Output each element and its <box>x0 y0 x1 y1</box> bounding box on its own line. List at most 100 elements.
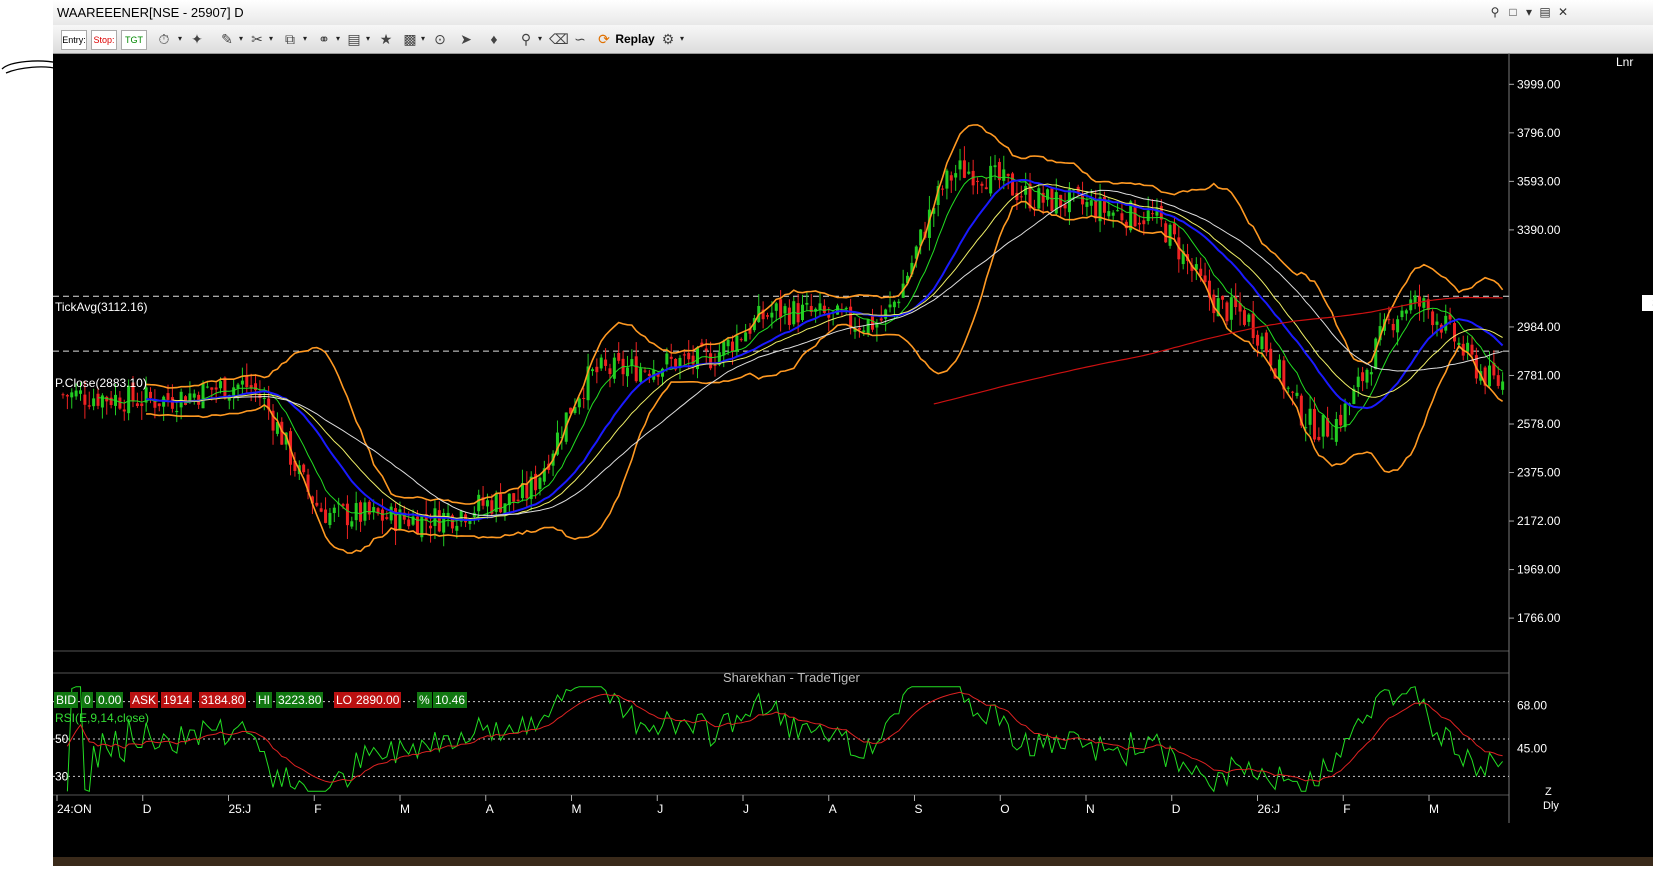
candle-body <box>866 319 870 334</box>
chart-type-icon[interactable]: ▤ <box>345 30 363 48</box>
link-icon[interactable]: ⚭ <box>315 30 333 48</box>
candle-body <box>989 165 993 194</box>
bell-icon[interactable]: ♦ <box>485 30 503 48</box>
candle-body <box>639 368 643 382</box>
entry-button[interactable]: Entry: <box>61 30 87 50</box>
fibonacci-icon[interactable]: ⧉ <box>281 30 299 48</box>
candle-body <box>149 391 153 399</box>
ask-label: ASK <box>130 692 159 708</box>
chevron-down-icon[interactable]: ▾ <box>303 35 309 43</box>
candle-body <box>722 341 726 356</box>
y-tick-label: 1766.00 <box>1517 611 1561 625</box>
candle-body <box>774 303 778 311</box>
candle-body <box>157 403 161 407</box>
candle-body <box>446 512 450 517</box>
candle-body <box>1002 169 1006 181</box>
star-icon[interactable]: ★ <box>377 30 395 48</box>
candle-body <box>223 377 227 399</box>
candle-body <box>818 303 822 310</box>
stop-button[interactable]: Stop: <box>91 30 117 50</box>
chevron-down-icon[interactable]: ▾ <box>366 35 372 43</box>
candle-body <box>739 339 743 341</box>
y-tick-label: 2172.00 <box>1517 514 1561 528</box>
indicators-icon[interactable]: ▩ <box>401 30 419 48</box>
close-icon[interactable]: ✕ <box>1555 4 1571 20</box>
chevron-down-icon[interactable]: ▾ <box>336 35 342 43</box>
candle-body <box>1111 212 1115 216</box>
price-chart[interactable]: 3999.00 3796.00 3593.00 3390.00 2984.00 2781.… <box>53 53 1653 866</box>
dropdown-icon[interactable]: ▾ <box>1521 4 1537 20</box>
delete-icon[interactable]: ⌫ <box>549 30 569 48</box>
scissors-icon[interactable]: ✂ <box>248 30 266 48</box>
chevron-down-icon[interactable]: ▾ <box>680 35 686 43</box>
line-chart-icon[interactable]: ∽ <box>571 30 589 48</box>
cursor-icon[interactable]: ➤ <box>457 30 475 48</box>
candle-body <box>1251 313 1255 338</box>
search-icon[interactable]: ⚲ <box>1487 4 1503 20</box>
candle-body <box>1046 189 1050 200</box>
candle-body <box>967 171 971 174</box>
candle-body <box>582 397 586 399</box>
candle-body <box>1365 369 1369 383</box>
candle-body <box>1501 381 1505 390</box>
candle-body <box>1011 173 1015 196</box>
scale-mode-label[interactable]: Lnr <box>1616 55 1633 69</box>
candle-body <box>367 501 371 515</box>
candle-body <box>324 509 328 523</box>
drawing-tools-icon[interactable]: ✎ <box>218 30 236 48</box>
candle-body <box>1089 200 1093 206</box>
candle-body <box>87 405 91 407</box>
candle-body <box>1094 201 1098 219</box>
candle-body <box>1466 342 1470 352</box>
candle-body <box>1006 173 1010 176</box>
candle-body <box>844 307 848 310</box>
chart-window: WAAREEENER[NSE - 25907] D ⚲ □ ▾ ▤ ✕ Entr… <box>53 0 1653 866</box>
candle-body <box>634 356 638 382</box>
candle-body <box>1085 202 1089 207</box>
timer-icon[interactable]: ⏱ <box>155 30 173 48</box>
candle-body <box>1264 332 1268 353</box>
x-tick-label: F <box>314 802 321 816</box>
candle-body <box>1417 296 1421 307</box>
candle-body <box>429 525 433 529</box>
y-tick-label: 1969.00 <box>1517 563 1561 577</box>
rsi-label[interactable]: RSI(E,9,14,close) <box>55 711 149 725</box>
candle-body <box>1431 311 1435 326</box>
replay-button[interactable]: Replay <box>615 30 655 48</box>
candle-body <box>1221 295 1225 300</box>
candle-body <box>625 367 629 377</box>
bottom-strip <box>53 857 1653 866</box>
x-tick-label: D <box>1172 802 1181 816</box>
candle-body <box>1396 319 1400 333</box>
candle-body <box>354 503 358 521</box>
chevron-down-icon[interactable]: ▾ <box>421 35 427 43</box>
candle-body <box>1317 436 1321 440</box>
chevron-down-icon[interactable]: ▾ <box>538 35 544 43</box>
gear-icon[interactable]: ⚙ <box>659 30 677 48</box>
replay-icon[interactable]: ⟳ <box>595 30 613 48</box>
minimize-icon[interactable]: ▤ <box>1537 4 1553 20</box>
candle-body <box>1203 275 1207 283</box>
candle-body <box>849 306 853 328</box>
candle-body <box>1369 372 1373 375</box>
candle-body <box>884 309 888 319</box>
chevron-down-icon[interactable]: ▾ <box>178 35 184 43</box>
pointer-icon[interactable]: ✦ <box>188 30 206 48</box>
chevron-down-icon[interactable]: ▾ <box>239 35 245 43</box>
candle-body <box>822 305 826 313</box>
restore-icon[interactable]: □ <box>1505 4 1521 20</box>
candle-body <box>407 519 411 527</box>
target-button[interactable]: TGT <box>121 30 147 50</box>
candle-body <box>1435 321 1439 325</box>
candle-body <box>879 318 883 321</box>
chart-area[interactable]: 3999.00 3796.00 3593.00 3390.00 2984.00 2781.… <box>53 53 1653 866</box>
candle-body <box>892 301 896 308</box>
zoom-icon[interactable]: ⚲ <box>517 30 535 48</box>
chevron-down-icon[interactable]: ▾ <box>269 35 275 43</box>
compass-icon[interactable]: ⊙ <box>431 30 449 48</box>
candle-body <box>1054 192 1058 214</box>
candle-body <box>1256 334 1260 346</box>
candle-body <box>240 380 244 385</box>
candle-body <box>380 509 384 521</box>
candle-body <box>74 390 78 397</box>
